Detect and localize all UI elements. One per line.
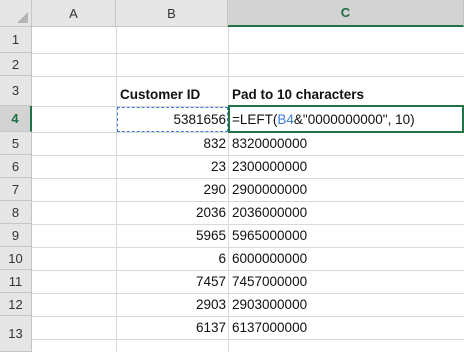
row-header-3[interactable]: 3 [0, 76, 32, 106]
cell-c6[interactable]: 2300000000 [229, 155, 464, 178]
cell-b10[interactable]: 6 [117, 247, 228, 270]
cell-b9[interactable]: 5965 [117, 224, 228, 247]
cell-b7[interactable]: 290 [117, 178, 228, 201]
column-header-a[interactable]: A [32, 0, 116, 27]
cell-b5[interactable]: 832 [117, 132, 228, 155]
cell-c8[interactable]: 2036000000 [229, 201, 464, 224]
cell-c13[interactable]: 6137000000 [229, 316, 464, 339]
row-header-6[interactable]: 6 [0, 155, 32, 178]
column-header-b[interactable]: B [116, 0, 228, 27]
gridline [32, 53, 464, 54]
gridline [32, 339, 464, 340]
row-header-2[interactable]: 2 [0, 53, 32, 76]
cell-b12[interactable]: 2903 [117, 293, 228, 316]
formula-editor-c4[interactable]: =LEFT(B4 &"0000000000", 10) [229, 108, 464, 131]
row-header-1[interactable]: 1 [0, 27, 32, 53]
row-header-5[interactable]: 5 [0, 132, 32, 155]
cell-b3-header[interactable]: Customer ID [117, 83, 228, 106]
row-header-10[interactable]: 10 [0, 247, 32, 270]
row-header-4[interactable]: 4 [0, 106, 32, 132]
cell-b4[interactable]: 5381656 [117, 108, 228, 131]
row-header-7[interactable]: 7 [0, 178, 32, 201]
cell-c11[interactable]: 7457000000 [229, 270, 464, 293]
select-all-triangle-icon [17, 12, 28, 23]
gridline [32, 76, 464, 77]
cell-b8[interactable]: 2036 [117, 201, 228, 224]
row-header-11[interactable]: 11 [0, 270, 32, 293]
cell-b13[interactable]: 6137 [117, 316, 228, 339]
formula-suffix: &"0000000000", 10) [293, 112, 415, 127]
row-header-13[interactable]: 13 [0, 316, 32, 352]
cell-c12[interactable]: 2903000000 [229, 293, 464, 316]
formula-prefix: =LEFT( [232, 112, 278, 127]
formula-reference: B4 [277, 112, 294, 127]
cell-b6[interactable]: 23 [117, 155, 228, 178]
cell-c7[interactable]: 2900000000 [229, 178, 464, 201]
spreadsheet-grid: A B C 1 2 3 4 5 6 7 8 9 10 11 12 13 Cust… [0, 0, 464, 352]
row-header-9[interactable]: 9 [0, 224, 32, 247]
cell-c9[interactable]: 5965000000 [229, 224, 464, 247]
cell-b11[interactable]: 7457 [117, 270, 228, 293]
select-all-corner[interactable] [0, 0, 32, 27]
cell-c5[interactable]: 8320000000 [229, 132, 464, 155]
cell-c10[interactable]: 6000000000 [229, 247, 464, 270]
row-header-8[interactable]: 8 [0, 201, 32, 224]
column-header-c[interactable]: C [228, 0, 464, 27]
row-header-12[interactable]: 12 [0, 293, 32, 316]
cell-c3-header[interactable]: Pad to 10 characters [229, 83, 464, 106]
